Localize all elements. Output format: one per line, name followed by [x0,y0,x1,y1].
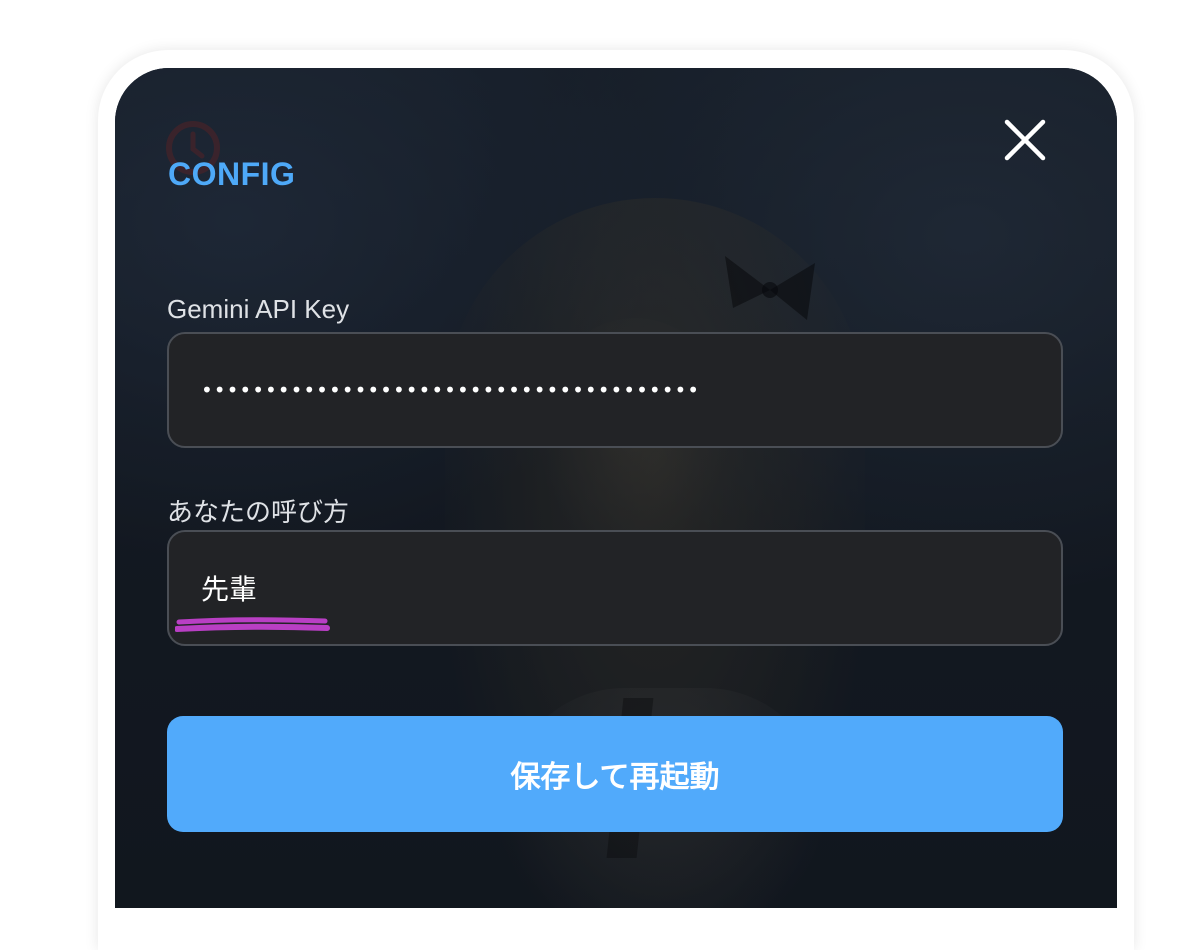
nickname-label: あなたの呼び方 [167,497,350,527]
close-icon[interactable] [1001,116,1049,164]
dialog-title: CONFIG [168,156,296,192]
api-key-field-container [167,332,1063,448]
config-screen: CONFIG Gemini API Key あなたの呼び方 保存して再起動 [115,68,1117,908]
api-key-label: Gemini API Key [167,294,350,324]
api-key-input[interactable] [201,334,1021,446]
handwritten-underline-annotation [175,617,330,632]
save-and-restart-button[interactable]: 保存して再起動 [167,716,1063,832]
